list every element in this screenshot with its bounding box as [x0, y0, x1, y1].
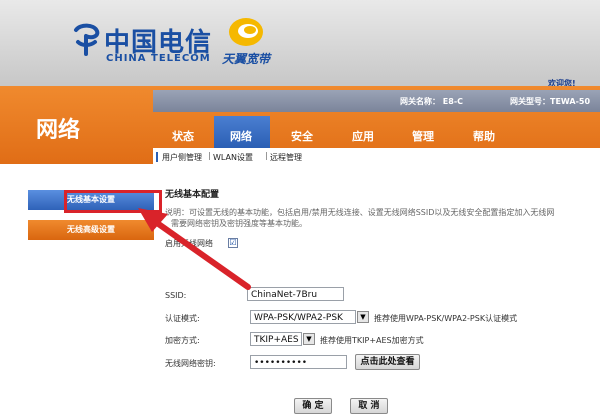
subnav-remote[interactable]: 远程管理 — [270, 152, 302, 163]
encryption-select[interactable]: TKIP+AES — [250, 332, 302, 346]
gateway-name: 网关名称： E8-C — [400, 97, 464, 106]
china-telecom-logo-icon — [70, 22, 102, 56]
encryption-hint: 推荐使用TKIP+AES加密方式 — [320, 336, 424, 345]
telecom-brand-en: CHINA TELECOM — [106, 53, 211, 64]
tab-security[interactable]: 安全 — [291, 128, 313, 144]
gateway-model: 网关型号：TEWA-50 — [510, 97, 591, 106]
confirm-button[interactable]: 确 定 — [294, 398, 332, 414]
subnav-marker — [156, 152, 158, 162]
tab-management[interactable]: 管理 — [412, 128, 434, 144]
subnav-separator: | — [265, 151, 268, 160]
tab-network[interactable]: 网络 — [230, 128, 252, 144]
show-key-button[interactable]: 点击此处查看 — [355, 354, 420, 370]
tianyi-brand-text: 天翼宽带 — [222, 52, 271, 66]
chevron-down-icon[interactable]: ▼ — [303, 333, 315, 345]
auth-mode-select[interactable]: WPA-PSK/WPA2-PSK — [250, 310, 356, 324]
tianyi-logo-icon — [224, 14, 268, 53]
tab-status[interactable]: 状态 — [172, 128, 194, 144]
subnav-separator: | — [208, 151, 211, 160]
content-title: 无线基本配置 — [165, 190, 220, 200]
section-title: 网络 — [36, 117, 81, 143]
ssid-input[interactable]: ChinaNet-7Bru — [247, 287, 344, 301]
tab-application[interactable]: 应用 — [352, 128, 374, 144]
chevron-down-icon[interactable]: ▼ — [357, 311, 369, 323]
wireless-key-input[interactable]: •••••••••• — [250, 355, 347, 369]
encryption-label: 加密方式: — [165, 336, 200, 345]
ssid-label: SSID: — [165, 291, 187, 300]
auth-mode-hint: 推荐使用WPA-PSK/WPA2-PSK认证模式 — [374, 314, 518, 323]
wireless-key-label: 无线网络密钥: — [165, 359, 216, 368]
description-line-1: 说明：可设置无线的基本功能，包括启用/禁用无线连接、设置无线网络SSID以及无线… — [165, 208, 555, 217]
tab-help[interactable]: 帮助 — [473, 128, 495, 144]
content-description: 说明：可设置无线的基本功能，包括启用/禁用无线连接、设置无线网络SSID以及无线… — [165, 207, 600, 229]
subnav-wlan[interactable]: WLAN设置 — [213, 152, 253, 163]
cancel-button[interactable]: 取 消 — [350, 398, 388, 414]
auth-mode-label: 认证模式: — [165, 314, 200, 323]
enable-wireless-label: 启用无线网络 — [165, 239, 213, 248]
annotation-highlight-box — [64, 190, 162, 213]
sidebar-item-wireless-advanced[interactable]: 无线高级设置 — [28, 220, 154, 240]
subnav-user-side[interactable]: 用户侧管理 — [162, 152, 202, 163]
description-line-2: 需要网络密钥及密钥强度等基本功能。 — [171, 219, 307, 228]
enable-wireless-checkbox[interactable]: ☑ — [228, 238, 238, 248]
